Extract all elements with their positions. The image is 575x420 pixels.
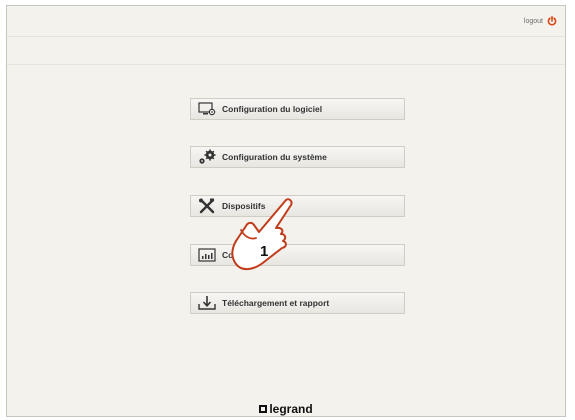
menu-item-label: Téléchargement et rapport <box>222 298 330 308</box>
pointing-hand-icon: 1 <box>224 192 304 282</box>
chart-icon <box>197 247 217 263</box>
menu-item-label: Configuration du logiciel <box>222 104 323 114</box>
tools-icon <box>197 198 217 214</box>
download-report-button[interactable]: Téléchargement et rapport <box>190 292 405 314</box>
logout-label: logout <box>523 17 543 25</box>
monitor-gear-icon <box>197 101 217 117</box>
legrand-logo: legrand <box>7 402 565 416</box>
power-icon <box>547 16 557 26</box>
logo-text: legrand <box>269 402 313 416</box>
logo-square <box>259 405 268 413</box>
system-configuration-button[interactable]: Configuration du système <box>190 146 405 168</box>
gears-icon <box>197 149 217 165</box>
menu-item-label: Configuration du système <box>222 152 327 162</box>
download-icon <box>197 295 217 311</box>
software-configuration-button[interactable]: Configuration du logiciel <box>190 98 405 120</box>
top-bar: logout <box>7 6 565 37</box>
logout-button[interactable]: logout <box>524 16 557 26</box>
step-number: 1 <box>260 243 268 260</box>
header-divider <box>7 64 565 65</box>
